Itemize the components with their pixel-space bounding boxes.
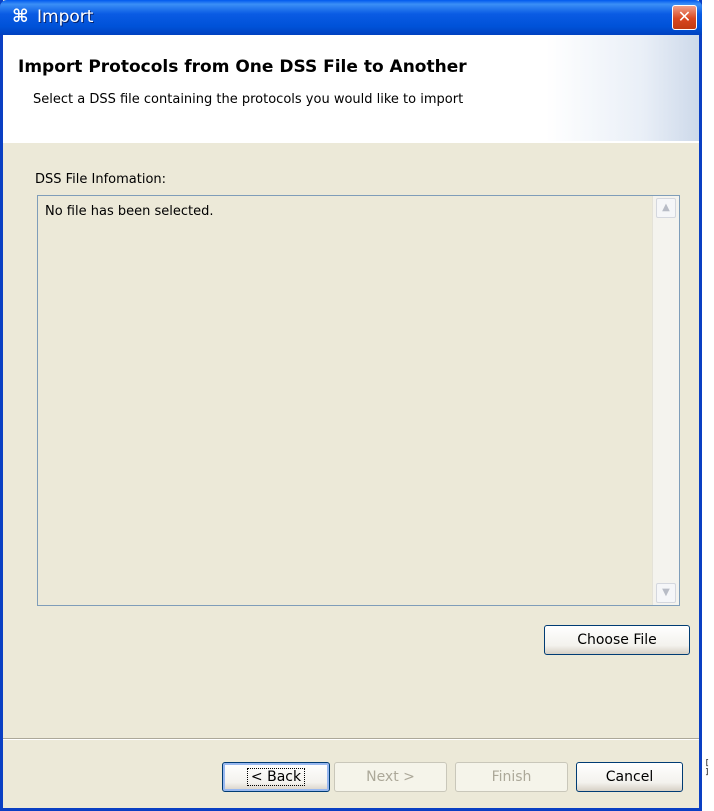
back-button[interactable]: < Back xyxy=(222,762,330,792)
window-title: Import xyxy=(37,7,94,27)
scroll-up-icon[interactable]: ▲ xyxy=(656,198,676,218)
wizard-page-title: Import Protocols from One DSS File to An… xyxy=(18,57,467,77)
import-dialog: ⌘ Import ✕ Import Protocols from One DSS… xyxy=(0,0,702,811)
file-info-label: DSS File Infomation: xyxy=(35,172,167,187)
back-button-label: < Back xyxy=(246,768,306,786)
choose-file-button[interactable]: Choose File xyxy=(544,625,690,655)
scroll-down-icon[interactable]: ▼ xyxy=(656,583,676,603)
banner-divider xyxy=(3,141,699,143)
finish-button[interactable]: Finish xyxy=(455,762,568,792)
figure-id-mark: [ ] xyxy=(704,758,710,776)
wizard-banner: Import Protocols from One DSS File to An… xyxy=(3,35,699,143)
wizard-page-description: Select a DSS file containing the protoco… xyxy=(33,92,464,107)
file-info-textarea[interactable]: No file has been selected. ▲ ▼ xyxy=(37,195,680,606)
next-button[interactable]: Next > xyxy=(334,762,447,792)
title-bar[interactable]: ⌘ Import ✕ xyxy=(0,0,702,35)
close-button[interactable]: ✕ xyxy=(672,5,697,30)
footer-divider-highlight xyxy=(3,739,699,740)
file-info-text: No file has been selected. xyxy=(45,204,214,219)
cancel-button[interactable]: Cancel xyxy=(576,762,683,792)
vertical-scrollbar[interactable]: ▲ ▼ xyxy=(652,196,679,605)
app-icon: ⌘ xyxy=(12,6,29,27)
